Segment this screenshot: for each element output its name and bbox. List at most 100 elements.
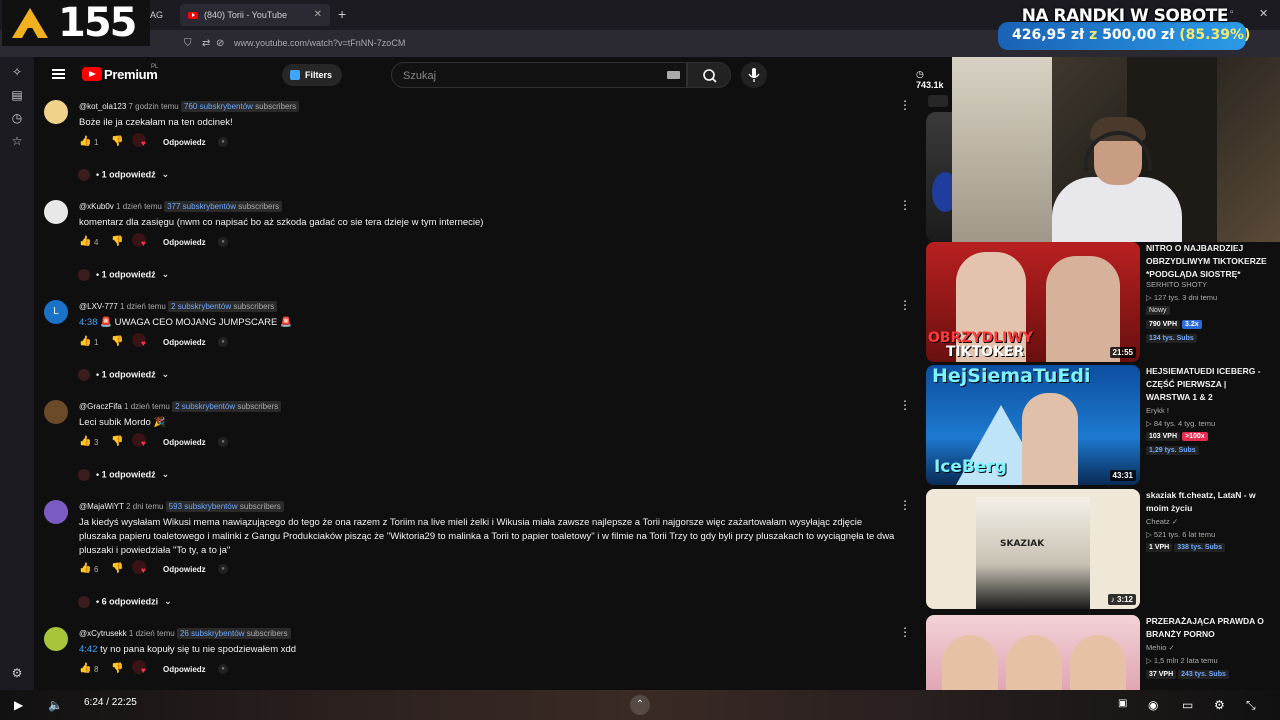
video-channel[interactable]: Erykk ! xyxy=(1146,406,1169,415)
comment-time[interactable]: 1 dzień temu xyxy=(120,302,166,311)
pause-icon[interactable]: ◉ xyxy=(1148,698,1158,712)
tracking-off-icon[interactable]: ⊘ xyxy=(216,38,224,49)
video-thumbnail[interactable] xyxy=(926,615,1140,690)
thumbs-down-icon[interactable]: 👎 xyxy=(111,236,123,247)
more-options-icon[interactable]: ⋮ xyxy=(899,398,911,412)
thumbs-up-icon[interactable]: 👍 xyxy=(79,563,91,574)
synced-tabs-icon[interactable]: ▤ xyxy=(10,88,24,102)
bookmarks-star-icon[interactable]: ☆ xyxy=(10,134,24,148)
timestamp-link[interactable]: 4:42 xyxy=(79,644,98,655)
thumbs-up-icon[interactable]: 👍 xyxy=(79,436,91,447)
comment-extra-icon[interactable]: ● xyxy=(218,564,228,574)
more-options-icon[interactable]: ⋮ xyxy=(899,98,911,112)
video-channel[interactable]: Cheatz ✓ xyxy=(1146,517,1178,526)
video-card[interactable]: PRZERAŻAJĄCA PRAWDA O BRANŻY PORNO Mehio… xyxy=(926,615,1276,690)
replies-toggle[interactable]: • 1 odpowiedź ⌄ xyxy=(78,169,169,183)
comment-time[interactable]: 1 dzień temu xyxy=(124,402,170,411)
video-thumbnail[interactable]: HejSiemaTuEdi IceBerg 43:31 xyxy=(926,365,1140,485)
replies-toggle[interactable]: • 1 odpowiedź ⌄ xyxy=(78,469,169,483)
more-options-icon[interactable]: ⋮ xyxy=(899,198,911,212)
avatar[interactable]: L xyxy=(44,300,68,324)
more-options-icon[interactable]: ⋮ xyxy=(899,498,911,512)
thumbs-down-icon[interactable]: 👎 xyxy=(111,136,123,147)
more-options-icon[interactable]: ⋮ xyxy=(899,625,911,639)
video-title[interactable]: skaziak ft.cheatz, LataN - w moim życiu xyxy=(1146,489,1272,515)
thumbs-up-icon[interactable]: 👍 xyxy=(79,663,91,674)
history-icon[interactable]: ◷ xyxy=(10,111,24,125)
browser-tab-partial[interactable]: AG xyxy=(150,4,176,26)
volume-icon[interactable]: 🔈 xyxy=(48,698,63,712)
video-channel[interactable]: Mehio ✓ xyxy=(1146,643,1175,652)
tab-close-icon[interactable]: ✕ xyxy=(314,9,322,20)
thumbs-down-icon[interactable]: 👎 xyxy=(111,663,123,674)
url-text[interactable]: www.youtube.com/watch?v=tFnNN-7zoCM xyxy=(234,38,405,48)
video-thumbnail[interactable]: OBRZYDLIWY TIKTOKER 21:55 xyxy=(926,242,1140,362)
keyboard-icon[interactable] xyxy=(667,71,680,79)
avatar[interactable] xyxy=(44,400,68,424)
exit-fullscreen-icon[interactable]: ⤡ xyxy=(1246,698,1256,713)
reply-button[interactable]: Odpowiedz xyxy=(163,565,206,574)
youtube-logo-icon[interactable] xyxy=(82,67,102,81)
menu-hamburger-icon[interactable] xyxy=(52,69,65,79)
reply-button[interactable]: Odpowiedz xyxy=(163,438,206,447)
avatar[interactable] xyxy=(44,100,68,124)
video-card[interactable]: SKAZIAK ♪ 3:12 skaziak ft.cheatz, LataN … xyxy=(926,489,1276,609)
thumbs-up-icon[interactable]: 👍 xyxy=(79,136,91,147)
comment-time[interactable]: 1 dzień temu xyxy=(129,629,175,638)
reply-button[interactable]: Odpowiedz xyxy=(163,238,206,247)
comment-author[interactable]: @xKub0v xyxy=(79,202,114,211)
ai-sparkle-icon[interactable]: ✧ xyxy=(10,65,24,79)
video-card[interactable]: HejSiemaTuEdi IceBerg 43:31 HEJSIEMATUED… xyxy=(926,365,1276,485)
filters-button[interactable]: Filters xyxy=(282,64,342,86)
comment-extra-icon[interactable]: ● xyxy=(218,237,228,247)
comment-time[interactable]: 2 dni temu xyxy=(126,502,163,511)
comment-author[interactable]: @LXV-777 xyxy=(79,302,118,311)
window-close-icon[interactable]: ✕ xyxy=(1259,7,1268,20)
thumbs-up-icon[interactable]: 👍 xyxy=(79,336,91,347)
more-options-icon[interactable]: ⋮ xyxy=(899,298,911,312)
youtube-premium-wordmark[interactable]: Premium xyxy=(104,67,158,82)
reply-button[interactable]: Odpowiedz xyxy=(163,138,206,147)
reply-button[interactable]: Odpowiedz xyxy=(163,338,206,347)
replies-toggle[interactable]: • 1 odpowiedź ⌄ xyxy=(78,369,169,383)
voice-search-button[interactable] xyxy=(741,62,767,88)
reply-button[interactable]: Odpowiedz xyxy=(163,665,206,674)
comment-extra-icon[interactable]: ● xyxy=(218,137,228,147)
video-thumbnail[interactable] xyxy=(926,112,952,242)
comment-extra-icon[interactable]: ● xyxy=(218,664,228,674)
filters-icon[interactable]: ▣ xyxy=(1118,698,1127,709)
avatar[interactable] xyxy=(44,627,68,651)
comment-author[interactable]: @GraczFifa xyxy=(79,402,122,411)
search-button[interactable] xyxy=(687,62,731,88)
replies-toggle[interactable]: • 1 odpowiedź ⌄ xyxy=(78,269,169,283)
comment-author[interactable]: @kot_ola123 xyxy=(79,102,126,111)
video-channel[interactable]: SERHITO SHOTY xyxy=(1146,280,1207,289)
thumbs-down-icon[interactable]: 👎 xyxy=(111,336,123,347)
timestamp-link[interactable]: 4:38 xyxy=(79,317,98,328)
permissions-icon[interactable]: ⇄ xyxy=(202,38,210,49)
video-card[interactable]: OBRZYDLIWY TIKTOKER 21:55 NITRO O NAJBAR… xyxy=(926,242,1276,362)
search-input[interactable]: Szukaj xyxy=(391,62,687,88)
video-title[interactable]: NITRO O NAJBARDZIEJ OBRZYDLIWYM TIKTOKER… xyxy=(1146,242,1272,281)
filter-chip[interactable] xyxy=(928,95,948,107)
settings-gear-icon[interactable]: ⚙ xyxy=(1214,698,1225,712)
comment-author[interactable]: @xCytrusekk xyxy=(79,629,127,638)
avatar[interactable] xyxy=(44,200,68,224)
chevron-up-icon[interactable]: ⌃ xyxy=(630,695,650,715)
video-title[interactable]: HEJSIEMATUEDI ICEBERG - CZĘŚĆ PIERWSZA |… xyxy=(1146,365,1272,404)
comment-time[interactable]: 1 dzień temu xyxy=(116,202,162,211)
thumbs-up-icon[interactable]: 👍 xyxy=(79,236,91,247)
browser-tab-youtube[interactable]: (840) Torii - YouTube ✕ xyxy=(180,4,330,26)
comment-time[interactable]: 7 godzin temu xyxy=(129,102,179,111)
avatar[interactable] xyxy=(44,500,68,524)
comment-extra-icon[interactable]: ● xyxy=(218,337,228,347)
shield-icon[interactable]: ⛉ xyxy=(184,38,192,49)
settings-gear-icon[interactable]: ⚙ xyxy=(10,666,24,680)
play-icon[interactable]: ▶ xyxy=(14,698,23,712)
video-title[interactable]: PRZERAŻAJĄCA PRAWDA O BRANŻY PORNO xyxy=(1146,615,1272,641)
comment-author[interactable]: @MajaWiYT xyxy=(79,502,124,511)
thumbs-down-icon[interactable]: 👎 xyxy=(111,436,123,447)
thumbs-down-icon[interactable]: 👎 xyxy=(111,563,123,574)
video-thumbnail[interactable]: SKAZIAK ♪ 3:12 xyxy=(926,489,1140,609)
subtitles-icon[interactable]: ▭ xyxy=(1182,698,1193,712)
